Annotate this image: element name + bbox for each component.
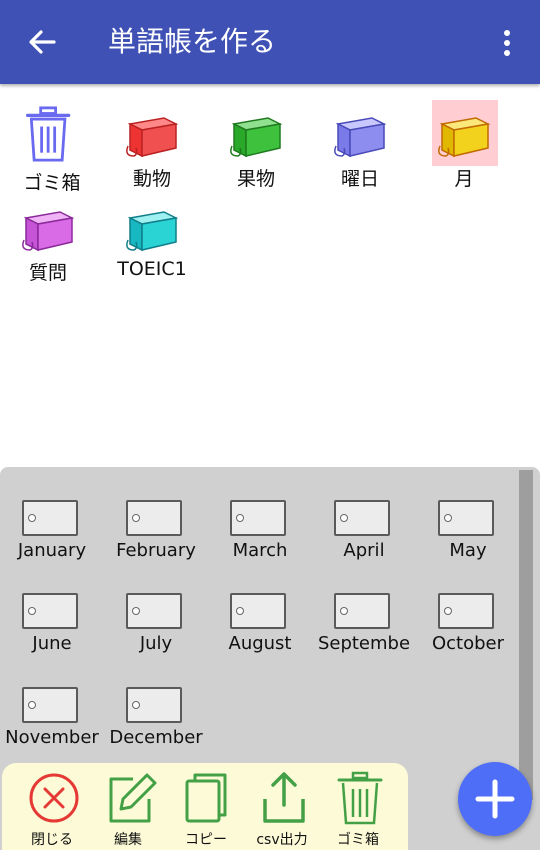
card-icon <box>230 593 286 629</box>
card-icon <box>334 500 390 536</box>
wordbook-item[interactable]: July <box>104 593 208 673</box>
arrow-left-icon[interactable] <box>26 26 58 58</box>
edit-label: 編集 <box>114 832 142 848</box>
folder-label: 質問 <box>28 262 67 284</box>
wordbook-item[interactable]: October <box>416 593 520 673</box>
wordbook-item[interactable]: August <box>208 593 312 673</box>
folder-fruits[interactable]: 果物 <box>204 100 308 190</box>
card-icon <box>126 500 182 536</box>
wordbook-label: April <box>343 540 385 561</box>
wordbook-item[interactable]: June <box>0 593 104 673</box>
book-box-icon <box>22 211 75 252</box>
edit-button[interactable]: 編集 <box>88 763 168 850</box>
wordbook-item[interactable]: April <box>312 500 416 580</box>
folder-label: 動物 <box>132 168 171 190</box>
wordbook-item[interactable]: Septembe <box>312 593 416 673</box>
wordbook-item[interactable]: March <box>208 500 312 580</box>
folder-months[interactable]: 月 <box>402 100 506 190</box>
card-icon <box>438 593 494 629</box>
trash-button[interactable]: ゴミ箱 <box>318 763 398 850</box>
copy-label: コピー <box>185 832 227 848</box>
folder-toeic1[interactable]: TOEIC1 <box>100 194 204 284</box>
bottom-toolbar: 閉じる 編集 コピー csv出力 ゴミ箱 <box>2 763 408 850</box>
card-icon <box>126 593 182 629</box>
close-button[interactable]: 閉じる <box>12 763 92 850</box>
copy-button[interactable]: コピー <box>166 763 246 850</box>
close-circle-icon <box>29 773 79 823</box>
csv-label: csv出力 <box>256 832 308 848</box>
wordbook-label: January <box>17 540 87 561</box>
app-bar: 単語帳を作る <box>0 0 540 84</box>
card-icon <box>438 500 494 536</box>
trash-icon <box>25 106 71 162</box>
folder-label: ゴミ箱 <box>23 172 81 194</box>
card-icon <box>22 687 78 723</box>
card-icon <box>22 593 78 629</box>
close-label: 閉じる <box>31 832 73 848</box>
edit-icon <box>109 773 157 823</box>
add-fab-button[interactable] <box>458 762 532 836</box>
wordbook-item[interactable]: May <box>416 500 520 580</box>
folder-label: 月 <box>454 168 474 190</box>
wordbook-label: August <box>228 633 292 654</box>
book-box-icon <box>126 211 179 252</box>
card-icon <box>334 593 390 629</box>
folder-questions[interactable]: 質問 <box>0 194 100 284</box>
folder-animals[interactable]: 動物 <box>100 100 204 190</box>
book-box-icon <box>126 117 179 158</box>
csv-export-button[interactable]: csv出力 <box>242 763 322 850</box>
share-export-icon <box>263 772 305 823</box>
card-icon <box>22 500 78 536</box>
card-icon <box>126 687 182 723</box>
wordbook-item[interactable]: December <box>104 687 208 767</box>
wordbook-label: March <box>232 540 288 561</box>
wordbook-label: Septembe <box>317 633 411 654</box>
folder-weekdays[interactable]: 曜日 <box>308 100 412 190</box>
book-box-icon <box>230 117 283 158</box>
wordbook-label: July <box>139 633 173 654</box>
plus-icon <box>475 779 515 819</box>
folder-trash[interactable]: ゴミ箱 <box>0 100 104 194</box>
wordbook-item[interactable]: February <box>104 500 208 580</box>
trash-label: ゴミ箱 <box>337 832 379 848</box>
book-box-icon <box>438 117 491 158</box>
book-box-icon <box>334 117 387 158</box>
page-title: 単語帳を作る <box>108 25 277 58</box>
trash-icon <box>337 771 383 825</box>
wordbook-label: May <box>449 540 487 561</box>
wordbook-label: December <box>109 727 203 748</box>
folder-label: TOEIC1 <box>117 258 187 280</box>
wordbook-item[interactable]: November <box>0 687 104 767</box>
wordbook-label: June <box>32 633 72 654</box>
card-icon <box>230 500 286 536</box>
wordbook-label: October <box>431 633 505 654</box>
folder-label: 曜日 <box>340 168 379 190</box>
wordbook-item[interactable]: January <box>0 500 104 580</box>
wordbook-label: February <box>116 540 196 561</box>
more-vert-icon[interactable] <box>498 28 516 58</box>
wordbook-label: November <box>5 727 99 748</box>
folder-label: 果物 <box>236 168 275 190</box>
copy-icon <box>185 773 227 823</box>
